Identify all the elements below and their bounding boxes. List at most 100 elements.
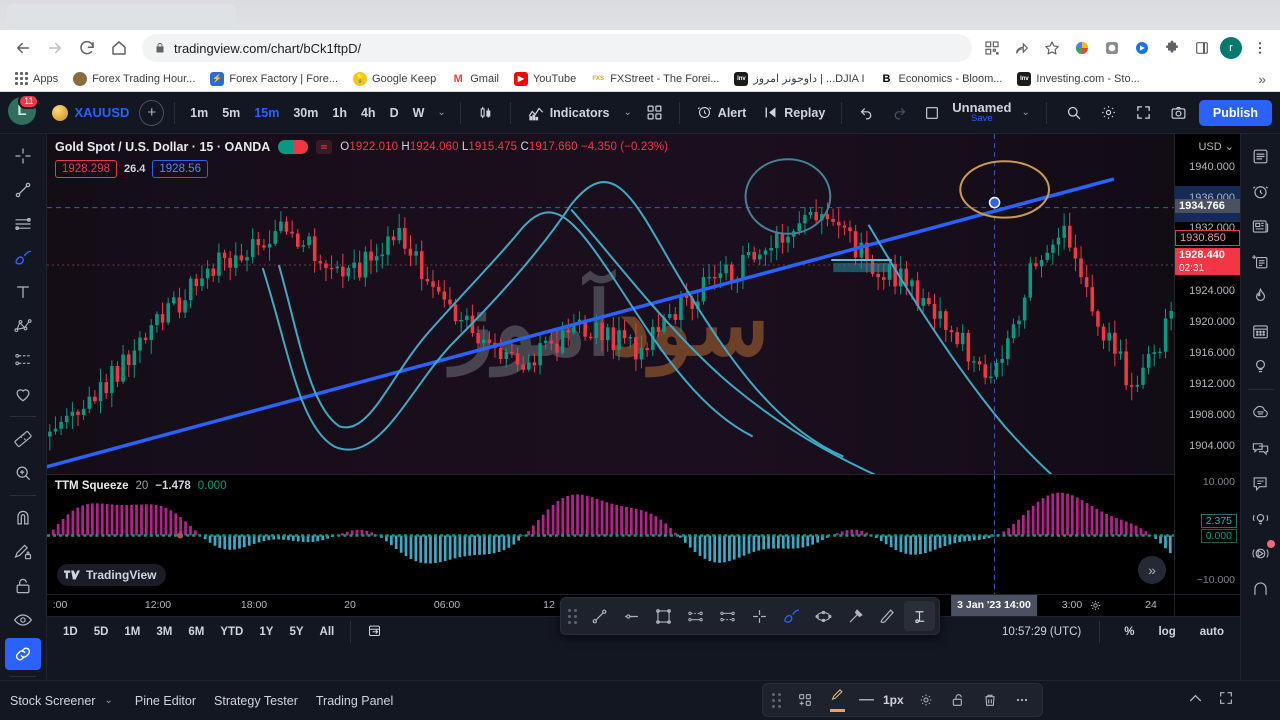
qr-code-icon[interactable] — [980, 36, 1004, 60]
strategy-tester-tab[interactable]: Strategy Tester — [214, 694, 298, 708]
bookmark-star-icon[interactable] — [1040, 36, 1064, 60]
extension-vpn-icon[interactable] — [1130, 36, 1154, 60]
measure-icon[interactable] — [5, 423, 41, 455]
range-1d[interactable]: 1D — [57, 623, 84, 641]
range-5d[interactable]: 5D — [88, 623, 115, 641]
currency-selector[interactable]: USD ⌄ — [1198, 140, 1234, 153]
flat-channel-icon[interactable] — [712, 601, 743, 631]
pattern-icon[interactable] — [5, 310, 41, 342]
ideas-stream-icon[interactable] — [1243, 502, 1279, 534]
hide-drawings-icon[interactable] — [5, 604, 41, 636]
collapse-panel-icon[interactable] — [1187, 690, 1204, 712]
sync-drawings-icon[interactable] — [5, 638, 41, 670]
prediction-icon[interactable] — [5, 344, 41, 376]
magnet-icon[interactable] — [5, 502, 41, 534]
layout-name-group[interactable]: Unnamed Save — [952, 101, 1011, 125]
range-ytd[interactable]: YTD — [214, 623, 249, 641]
sidepanel-icon[interactable] — [1190, 36, 1214, 60]
line-width-button[interactable]: 1px — [855, 693, 908, 707]
forward-arrow-icon[interactable] — [40, 33, 70, 63]
news-icon[interactable] — [1243, 210, 1279, 242]
reload-icon[interactable] — [72, 33, 102, 63]
pen-color-icon[interactable] — [823, 687, 851, 713]
scroll-to-realtime-button[interactable]: » — [1138, 556, 1166, 584]
bookmark-fxstreet[interactable]: FXS FXStreet - The Forei... — [585, 70, 725, 88]
price-axis[interactable]: USD ⌄ 1940.000 1936.000 1932.000 1934.76… — [1174, 134, 1240, 474]
bottom-fullscreen-icon[interactable] — [1218, 690, 1234, 711]
timeframe-5m[interactable]: 5m — [217, 103, 245, 123]
trash-icon[interactable] — [976, 687, 1004, 713]
crosshair-icon[interactable] — [744, 601, 775, 631]
address-bar[interactable]: tradingview.com/chart/bCk1ftpD/ — [142, 34, 972, 62]
chrome-menu-icon[interactable] — [1248, 36, 1272, 60]
undo-button[interactable] — [852, 100, 881, 125]
grip-handle[interactable] — [565, 608, 583, 624]
chat-icon[interactable] — [1243, 397, 1279, 429]
home-icon[interactable] — [104, 33, 134, 63]
timeframe-1m[interactable]: 1m — [185, 103, 213, 123]
grip-handle[interactable] — [769, 692, 787, 708]
scale-auto-button[interactable]: auto — [1194, 623, 1230, 641]
layout-select-button[interactable] — [918, 101, 946, 125]
bookmark-gmail[interactable]: M Gmail — [445, 70, 505, 88]
brush-icon[interactable] — [5, 242, 41, 274]
brush-icon[interactable] — [776, 601, 807, 631]
timeframe-W[interactable]: W — [408, 103, 430, 123]
scale-percent-button[interactable]: % — [1118, 623, 1140, 641]
indicators-button[interactable]: Indicators — [521, 100, 616, 126]
drawing-mode-icon[interactable] — [5, 536, 41, 568]
time-axis-settings-icon[interactable] — [1089, 599, 1102, 617]
trend-line-icon[interactable] — [584, 601, 615, 631]
scale-log-button[interactable]: log — [1152, 623, 1181, 641]
highlighter-icon[interactable] — [872, 601, 903, 631]
crosshair-icon[interactable] — [5, 140, 41, 172]
symbol-search-button[interactable]: XAUUSD — [46, 102, 135, 124]
range-1y[interactable]: 1Y — [253, 623, 279, 641]
heart-icon[interactable] — [5, 378, 41, 410]
alert-button[interactable]: Alert — [690, 100, 752, 125]
ideas-icon[interactable] — [1243, 350, 1279, 382]
unlock-icon[interactable] — [944, 687, 972, 713]
private-chats-icon[interactable] — [1243, 467, 1279, 499]
range-all[interactable]: All — [314, 623, 341, 641]
legend-settings-icon[interactable] — [316, 140, 333, 154]
range-3m[interactable]: 3M — [150, 623, 178, 641]
extensions-puzzle-icon[interactable] — [1160, 36, 1184, 60]
bookmark-bloomberg[interactable]: B Economics - Bloom... — [874, 70, 1009, 88]
timeframe-30m[interactable]: 30m — [288, 103, 323, 123]
public-chats-icon[interactable] — [1243, 432, 1279, 464]
pitchfork-icon[interactable] — [5, 208, 41, 240]
watchlist-icon[interactable] — [1243, 140, 1279, 172]
ttm-squeeze-pane[interactable]: TTM Squeeze 20 −1.478 0.000 TradingView … — [47, 474, 1174, 594]
timeframe-15m[interactable]: 15m — [249, 103, 284, 123]
lock-icon[interactable] — [5, 570, 41, 602]
ellipse-icon[interactable] — [808, 601, 839, 631]
bookmark-forex-factory[interactable]: ⚡ Forex Factory | Fore... — [204, 70, 344, 88]
alerts-icon[interactable] — [1243, 175, 1279, 207]
broker-icon[interactable] — [1243, 537, 1279, 569]
chevron-down-icon[interactable]: ⌄ — [619, 107, 635, 118]
bookmark-forex-trading-hours[interactable]: Forex Trading Hour... — [67, 70, 201, 88]
add-template-icon[interactable] — [791, 687, 819, 713]
chevron-down-icon[interactable]: ⌄ — [433, 107, 449, 118]
extension-grammar-icon[interactable] — [1100, 36, 1124, 60]
share-icon[interactable] — [1010, 36, 1034, 60]
timeframe-1h[interactable]: 1h — [327, 103, 352, 123]
more-options-icon[interactable] — [1008, 687, 1036, 713]
stock-screener-tab[interactable]: Stock Screener ⌄ — [10, 694, 117, 708]
drawing-settings-gear-icon[interactable] — [912, 687, 940, 713]
rectangle-icon[interactable] — [648, 601, 679, 631]
add-symbol-button[interactable]: + — [139, 99, 165, 126]
bookmark-youtube[interactable]: ▶ YouTube — [508, 70, 582, 88]
object-tree-icon[interactable] — [1243, 572, 1279, 604]
zoom-in-icon[interactable] — [5, 457, 41, 489]
legend-visibility-toggle[interactable] — [278, 140, 309, 154]
layout-save-link[interactable]: Save — [952, 114, 1011, 124]
indicator-axis[interactable]: 10.000 2.375 0.000 −10.000 — [1174, 474, 1240, 594]
extension-photos-icon[interactable] — [1070, 36, 1094, 60]
data-window-icon[interactable] — [1243, 245, 1279, 277]
hotlist-icon[interactable] — [1243, 280, 1279, 312]
snapshot-button[interactable] — [1164, 100, 1193, 125]
fullscreen-button[interactable] — [1129, 100, 1158, 125]
price-chart-pane[interactable]: Gold Spot / U.S. Dollar · 15 · OANDA O19… — [47, 134, 1174, 474]
